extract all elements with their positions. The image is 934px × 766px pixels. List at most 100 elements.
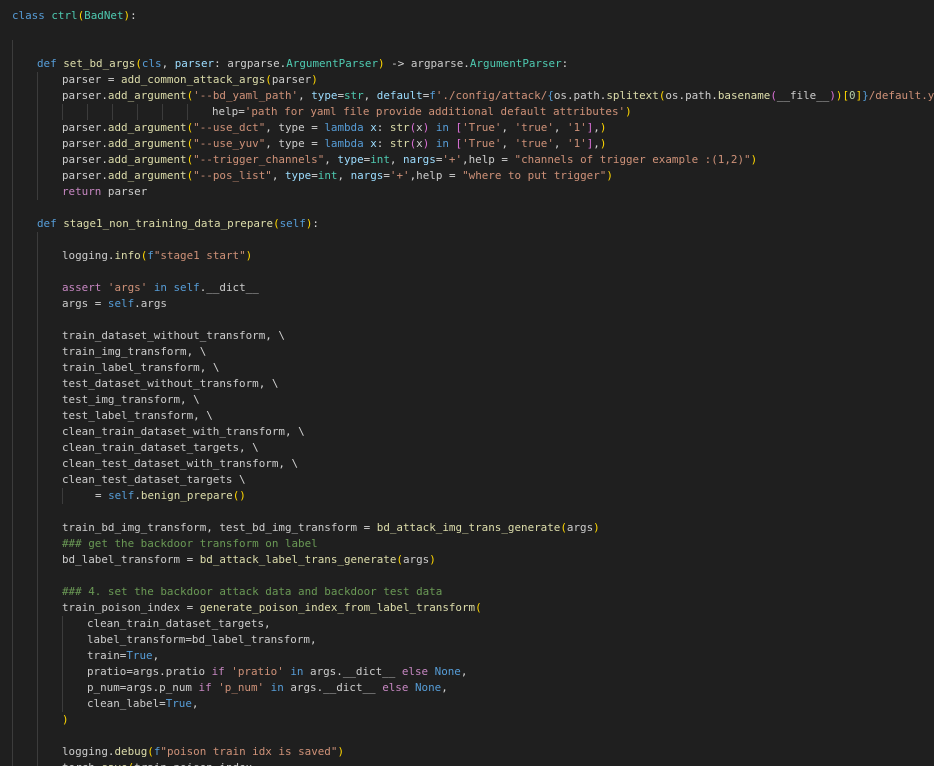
code-line[interactable] — [0, 568, 934, 584]
line-content: train_img_transform, \ — [62, 345, 207, 358]
code-line[interactable]: def stage1_non_training_data_prepare(sel… — [0, 216, 934, 232]
code-line[interactable]: parser = add_common_attack_args(parser) — [0, 72, 934, 88]
line-content: train_dataset_without_transform, \ — [62, 329, 285, 342]
line-content: pratio=args.pratio if 'pratio' in args._… — [87, 665, 468, 678]
code-line[interactable]: train=True, — [0, 648, 934, 664]
code-line[interactable]: logging.debug(f"poison train idx is save… — [0, 744, 934, 760]
code-line[interactable]: clean_train_dataset_targets, \ — [0, 440, 934, 456]
line-content: bd_label_transform = bd_attack_label_tra… — [62, 553, 436, 566]
code-line[interactable]: ) — [0, 712, 934, 728]
code-line[interactable]: parser.add_argument('--bd_yaml_path', ty… — [0, 88, 934, 104]
indent-guide — [62, 680, 63, 696]
code-line[interactable]: parser.add_argument("--trigger_channels"… — [0, 152, 934, 168]
line-content: logging.debug(f"poison train idx is save… — [62, 745, 344, 758]
code-line[interactable]: logging.info(f"stage1 start") — [0, 248, 934, 264]
code-line[interactable]: train_poison_index = generate_poison_ind… — [0, 600, 934, 616]
code-line[interactable]: parser.add_argument("--use_dct", type = … — [0, 120, 934, 136]
line-content: p_num=args.p_num if 'p_num' in args.__di… — [87, 681, 448, 694]
code-line[interactable]: return parser — [0, 184, 934, 200]
code-line[interactable] — [0, 232, 934, 248]
line-content: train=True, — [87, 649, 160, 662]
code-line[interactable] — [0, 200, 934, 216]
code-line[interactable]: train_dataset_without_transform, \ — [0, 328, 934, 344]
indent-guide — [187, 104, 188, 120]
indent-guide — [12, 40, 13, 56]
indent-guide — [37, 472, 38, 488]
code-line[interactable] — [0, 264, 934, 280]
code-line[interactable]: train_bd_img_transform, test_bd_img_tran… — [0, 520, 934, 536]
indent-guide — [12, 264, 13, 280]
indent-guide — [12, 536, 13, 552]
code-line[interactable]: clean_train_dataset_targets, — [0, 616, 934, 632]
indent-guide — [37, 728, 38, 744]
indent-guide — [62, 616, 63, 632]
code-line[interactable] — [0, 40, 934, 56]
code-line[interactable]: clean_test_dataset_targets \ — [0, 472, 934, 488]
line-content: def set_bd_args(cls, parser: argparse.Ar… — [37, 57, 569, 70]
indent-guide — [12, 648, 13, 664]
code-line[interactable] — [0, 312, 934, 328]
indent-guide — [12, 520, 13, 536]
code-line[interactable]: clean_label=True, — [0, 696, 934, 712]
indent-guide — [12, 296, 13, 312]
indent-guide — [37, 264, 38, 280]
code-editor[interactable]: class ctrl(BadNet): def set_bd_args(cls, … — [0, 0, 934, 766]
code-line[interactable]: assert 'args' in self.__dict__ — [0, 280, 934, 296]
line-content: clean_test_dataset_targets \ — [62, 473, 246, 486]
line-content: train_poison_index = generate_poison_ind… — [62, 601, 482, 614]
line-content: test_img_transform, \ — [62, 393, 200, 406]
line-content: test_dataset_without_transform, \ — [62, 377, 279, 390]
indent-guide — [37, 648, 38, 664]
code-line[interactable]: test_img_transform, \ — [0, 392, 934, 408]
code-line[interactable]: train_label_transform, \ — [0, 360, 934, 376]
code-line[interactable]: def set_bd_args(cls, parser: argparse.Ar… — [0, 56, 934, 72]
line-content: assert 'args' in self.__dict__ — [62, 281, 259, 294]
code-line[interactable]: help='path for yaml file provide additio… — [0, 104, 934, 120]
indent-guide — [12, 56, 13, 72]
indent-guide — [12, 552, 13, 568]
line-content: help='path for yaml file provide additio… — [212, 105, 632, 118]
indent-guide — [12, 680, 13, 696]
indent-guide — [12, 504, 13, 520]
indent-guide — [37, 616, 38, 632]
indent-guide — [62, 632, 63, 648]
code-line[interactable]: = self.benign_prepare() — [0, 488, 934, 504]
code-line[interactable]: train_img_transform, \ — [0, 344, 934, 360]
code-line[interactable]: test_dataset_without_transform, \ — [0, 376, 934, 392]
code-line[interactable]: pratio=args.pratio if 'pratio' in args._… — [0, 664, 934, 680]
line-content: clean_train_dataset_targets, \ — [62, 441, 259, 454]
code-line[interactable]: ### 4. set the backdoor attack data and … — [0, 584, 934, 600]
code-line[interactable]: p_num=args.p_num if 'p_num' in args.__di… — [0, 680, 934, 696]
indent-guide — [37, 760, 38, 766]
indent-guide — [37, 136, 38, 152]
line-content: class ctrl(BadNet): — [12, 9, 137, 22]
code-line[interactable]: ### get the backdoor transform on label — [0, 536, 934, 552]
indent-guide — [62, 104, 63, 120]
indent-guide — [37, 232, 38, 248]
code-line[interactable] — [0, 24, 934, 40]
indent-guide — [12, 488, 13, 504]
line-content: test_label_transform, \ — [62, 409, 213, 422]
indent-guide — [37, 152, 38, 168]
code-line[interactable]: test_label_transform, \ — [0, 408, 934, 424]
code-line[interactable] — [0, 504, 934, 520]
code-line[interactable]: bd_label_transform = bd_attack_label_tra… — [0, 552, 934, 568]
code-line[interactable]: clean_train_dataset_with_transform, \ — [0, 424, 934, 440]
indent-guide — [37, 72, 38, 88]
code-line[interactable]: args = self.args — [0, 296, 934, 312]
indent-guide — [12, 280, 13, 296]
line-content: parser.add_argument("--pos_list", type=i… — [62, 169, 613, 182]
indent-guide — [12, 408, 13, 424]
code-area[interactable]: class ctrl(BadNet): def set_bd_args(cls, … — [0, 8, 934, 766]
code-line[interactable] — [0, 728, 934, 744]
code-line[interactable]: torch.save(train_poison_index, — [0, 760, 934, 766]
code-line[interactable]: clean_test_dataset_with_transform, \ — [0, 456, 934, 472]
indent-guide — [37, 696, 38, 712]
code-line[interactable]: parser.add_argument("--use_yuv", type = … — [0, 136, 934, 152]
code-line[interactable]: class ctrl(BadNet): — [0, 8, 934, 24]
indent-guide — [37, 584, 38, 600]
indent-guide — [12, 568, 13, 584]
code-line[interactable]: parser.add_argument("--pos_list", type=i… — [0, 168, 934, 184]
indent-guide — [37, 280, 38, 296]
code-line[interactable]: label_transform=bd_label_transform, — [0, 632, 934, 648]
